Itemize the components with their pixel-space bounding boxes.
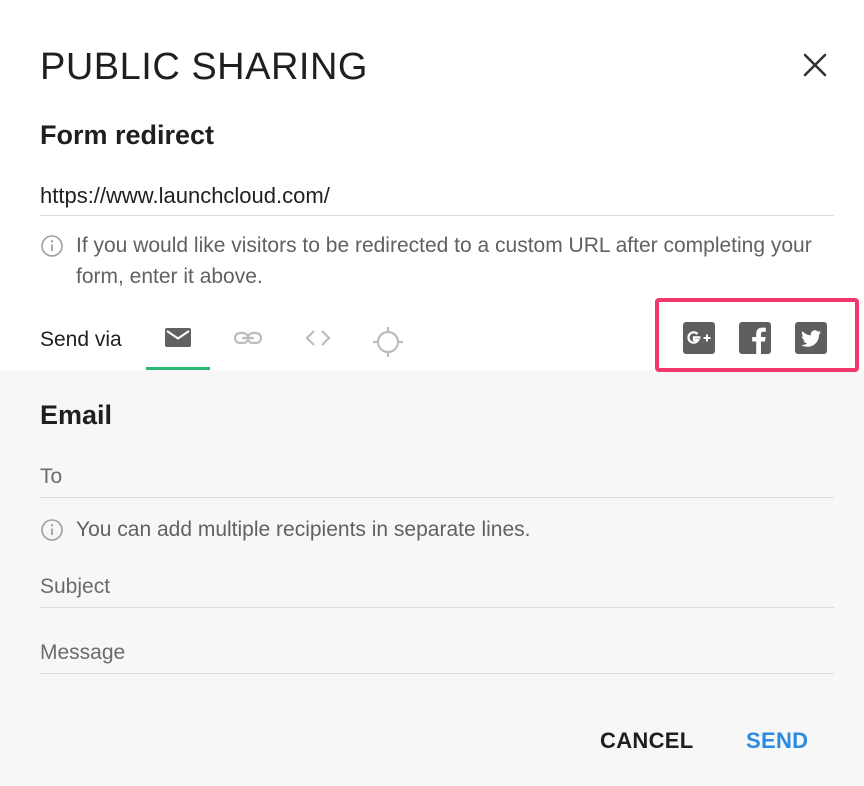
send-via-label: Send via — [40, 328, 122, 351]
info-icon — [40, 518, 64, 551]
public-sharing-dialog: PUBLIC SHARING Form redirect If you woul… — [0, 0, 864, 786]
close-icon[interactable] — [800, 50, 830, 80]
send-button[interactable]: SEND — [746, 728, 808, 754]
to-input[interactable] — [40, 456, 834, 498]
info-icon — [40, 234, 64, 267]
subject-input[interactable] — [40, 566, 834, 608]
redirect-url-input[interactable] — [40, 176, 834, 216]
recipients-hint: You can add multiple recipients in separ… — [40, 514, 840, 551]
google-plus-icon[interactable] — [683, 322, 715, 354]
tab-email[interactable] — [146, 318, 210, 370]
embed-code-icon — [303, 326, 333, 355]
dialog-title: PUBLIC SHARING — [40, 46, 368, 88]
email-heading: Email — [40, 400, 113, 430]
social-share-highlight — [655, 298, 859, 372]
link-icon — [233, 326, 263, 355]
twitter-icon[interactable] — [795, 322, 827, 354]
redirect-hint: If you would like visitors to be redirec… — [40, 230, 840, 292]
form-redirect-heading: Form redirect — [40, 120, 215, 150]
email-panel: Email You can add multiple recipients in… — [0, 370, 864, 786]
redirect-hint-text: If you would like visitors to be redirec… — [76, 234, 812, 288]
cancel-button[interactable]: CANCEL — [600, 728, 693, 754]
facebook-icon[interactable] — [739, 322, 771, 354]
email-icon — [164, 326, 192, 355]
tab-embed[interactable] — [286, 318, 350, 370]
tab-link[interactable] — [216, 318, 280, 370]
recipients-hint-text: You can add multiple recipients in separ… — [76, 518, 531, 541]
message-input[interactable] — [40, 632, 834, 674]
target-icon — [372, 326, 404, 363]
tab-target[interactable] — [356, 318, 420, 370]
